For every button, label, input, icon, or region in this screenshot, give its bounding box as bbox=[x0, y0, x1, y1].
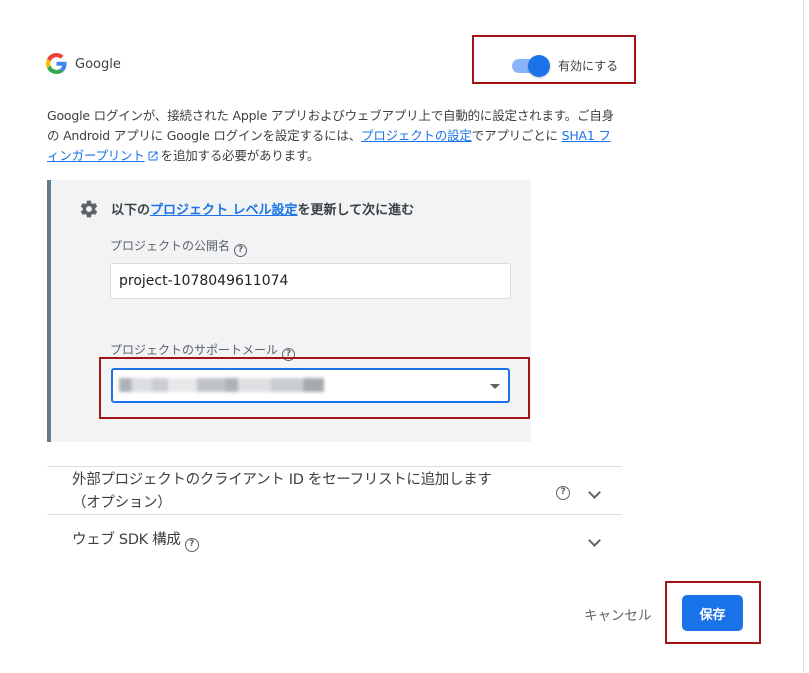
panel-title-suffix: を更新して次に進む bbox=[297, 203, 415, 218]
redacted-email bbox=[119, 378, 324, 392]
help-icon[interactable]: ? bbox=[556, 486, 570, 500]
help-icon[interactable]: ? bbox=[184, 538, 199, 552]
save-button[interactable]: 保存 bbox=[682, 595, 743, 631]
support-email-select[interactable] bbox=[111, 368, 510, 403]
public-name-label-text: プロジェクトの公開名 bbox=[110, 239, 231, 253]
description-text: でアプリごとに bbox=[471, 128, 562, 143]
enable-toggle-knob[interactable] bbox=[528, 55, 550, 77]
project-settings-link[interactable]: プロジェクトの設定 bbox=[361, 128, 472, 143]
help-icon[interactable]: ? bbox=[234, 244, 248, 257]
divider bbox=[47, 466, 622, 467]
project-level-settings-link[interactable]: プロジェクト レベル設定 bbox=[150, 203, 298, 218]
accordion-title-line1: 外部プロジェクトのクライアント ID をセーフリストに追加します bbox=[72, 472, 492, 488]
gear-icon bbox=[80, 200, 98, 218]
external-link-icon bbox=[148, 151, 158, 161]
provider-name: Google bbox=[75, 57, 121, 72]
divider bbox=[47, 514, 622, 515]
chevron-down-icon[interactable] bbox=[588, 534, 601, 547]
public-name-label: プロジェクトの公開名? bbox=[110, 237, 248, 257]
cancel-button[interactable]: キャンセル bbox=[584, 604, 652, 624]
public-name-input[interactable] bbox=[110, 263, 511, 299]
panel-title-prefix: 以下の bbox=[111, 203, 151, 218]
enable-toggle-label: 有効にする bbox=[558, 59, 619, 73]
allowlist-client-id-accordion[interactable]: 外部プロジェクトのクライアント ID をセーフリストに追加します （オプション） bbox=[72, 469, 492, 515]
support-email-label-text: プロジェクトのサポートメール bbox=[110, 343, 279, 357]
chevron-down-icon[interactable] bbox=[588, 486, 601, 499]
description-text: を追加する必要があります。 bbox=[160, 148, 320, 163]
dialog-edge bbox=[803, 0, 804, 673]
project-settings-panel: 以下のプロジェクト レベル設定を更新して次に進む プロジェクトの公開名? プロジ… bbox=[47, 180, 531, 442]
panel-title: 以下のプロジェクト レベル設定を更新して次に進む bbox=[111, 199, 414, 218]
accordion-title: ウェブ SDK 構成 bbox=[72, 532, 181, 548]
google-g-icon bbox=[46, 53, 67, 74]
web-sdk-config-accordion[interactable]: ウェブ SDK 構成? bbox=[72, 529, 199, 552]
accordion-title-line2: （オプション） bbox=[72, 495, 172, 511]
dropdown-arrow-icon bbox=[490, 384, 500, 389]
provider-description: Google ログインが、接続された Apple アプリおよびウェブアプリ上で自… bbox=[47, 106, 622, 166]
